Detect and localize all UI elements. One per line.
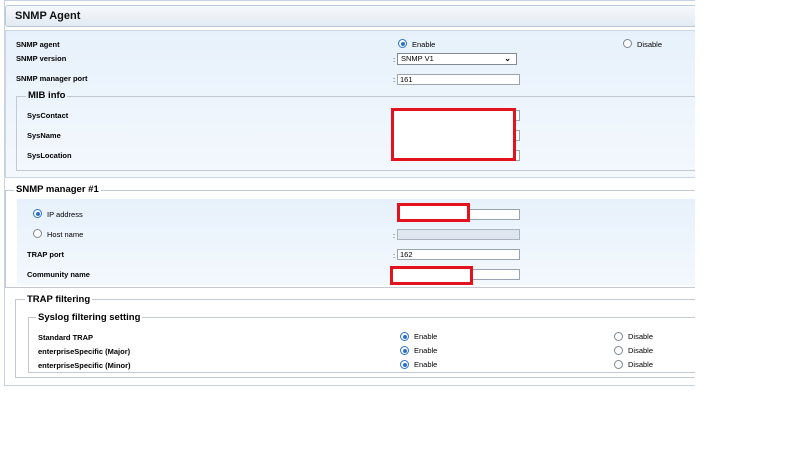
panel-title-bar: SNMP Agent bbox=[5, 5, 695, 27]
major-enable-radio[interactable] bbox=[400, 346, 409, 355]
page-title: SNMP Agent bbox=[15, 10, 81, 22]
syslocation-label: SysLocation bbox=[27, 151, 72, 160]
major-disable-radio[interactable] bbox=[614, 346, 623, 355]
snmp-manager-port-label: SNMP manager port bbox=[16, 74, 88, 83]
snmp-version-select[interactable]: SNMP V1 ⌄ bbox=[397, 53, 517, 65]
trap-port-input[interactable]: 162 bbox=[397, 249, 520, 260]
snmp-agent-enable-label: Enable bbox=[412, 40, 436, 49]
standard-trap-enable-label: Enable bbox=[414, 332, 438, 341]
snmp-agent-disable-radio[interactable] bbox=[623, 39, 632, 48]
standard-trap-disable-radio[interactable] bbox=[614, 332, 623, 341]
ip-address-label: IP address bbox=[47, 210, 83, 219]
host-name-label: Host name bbox=[47, 230, 84, 239]
trap-port-label: TRAP port bbox=[27, 250, 64, 259]
syslog-filtering-legend: Syslog filtering setting bbox=[36, 312, 143, 323]
major-enable-label: Enable bbox=[414, 346, 438, 355]
colon: : bbox=[393, 251, 396, 260]
standard-trap-disable-label: Disable bbox=[628, 332, 654, 341]
chevron-down-icon: ⌄ bbox=[504, 54, 511, 63]
snmp-manager-content bbox=[17, 199, 695, 285]
redaction-box-community bbox=[390, 266, 473, 285]
ip-address-radio[interactable] bbox=[33, 209, 42, 218]
trap-row-label: enterpriseSpecific (Minor) bbox=[38, 361, 131, 370]
major-disable-label: Disable bbox=[628, 346, 654, 355]
minor-enable-label: Enable bbox=[414, 360, 438, 369]
trap-filtering-legend: TRAP filtering bbox=[25, 294, 93, 305]
syscontact-label: SysContact bbox=[27, 111, 69, 120]
sysname-label: SysName bbox=[27, 131, 61, 140]
colon: : bbox=[393, 75, 396, 84]
minor-enable-radio[interactable] bbox=[400, 360, 409, 369]
host-name-input[interactable] bbox=[397, 229, 520, 240]
colon: : bbox=[393, 55, 396, 64]
trap-port-value: 162 bbox=[400, 250, 413, 259]
snmp-version-value: SNMP V1 bbox=[401, 54, 434, 63]
mib-info-legend: MIB info bbox=[26, 90, 68, 101]
standard-trap-enable-radio[interactable] bbox=[400, 332, 409, 341]
snmp-manager-legend: SNMP manager #1 bbox=[14, 184, 101, 195]
snmp-agent-label: SNMP agent bbox=[16, 40, 60, 49]
redaction-box-ip bbox=[397, 203, 470, 222]
snmp-manager-port-input[interactable]: 161 bbox=[397, 74, 520, 85]
snmp-version-label: SNMP version bbox=[16, 54, 67, 63]
trap-row-label: enterpriseSpecific (Major) bbox=[38, 347, 131, 356]
snmp-manager-port-value: 161 bbox=[400, 75, 413, 84]
snmp-agent-enable-radio[interactable] bbox=[398, 39, 407, 48]
minor-disable-radio[interactable] bbox=[614, 360, 623, 369]
community-name-label: Community name bbox=[27, 270, 90, 279]
colon: : bbox=[393, 231, 396, 240]
host-name-radio[interactable] bbox=[33, 229, 42, 238]
redaction-box-mib bbox=[391, 108, 516, 161]
mib-info-fieldset bbox=[16, 96, 695, 171]
snmp-agent-disable-label: Disable bbox=[637, 40, 663, 49]
minor-disable-label: Disable bbox=[628, 360, 654, 369]
trap-row-label: Standard TRAP bbox=[38, 333, 94, 342]
